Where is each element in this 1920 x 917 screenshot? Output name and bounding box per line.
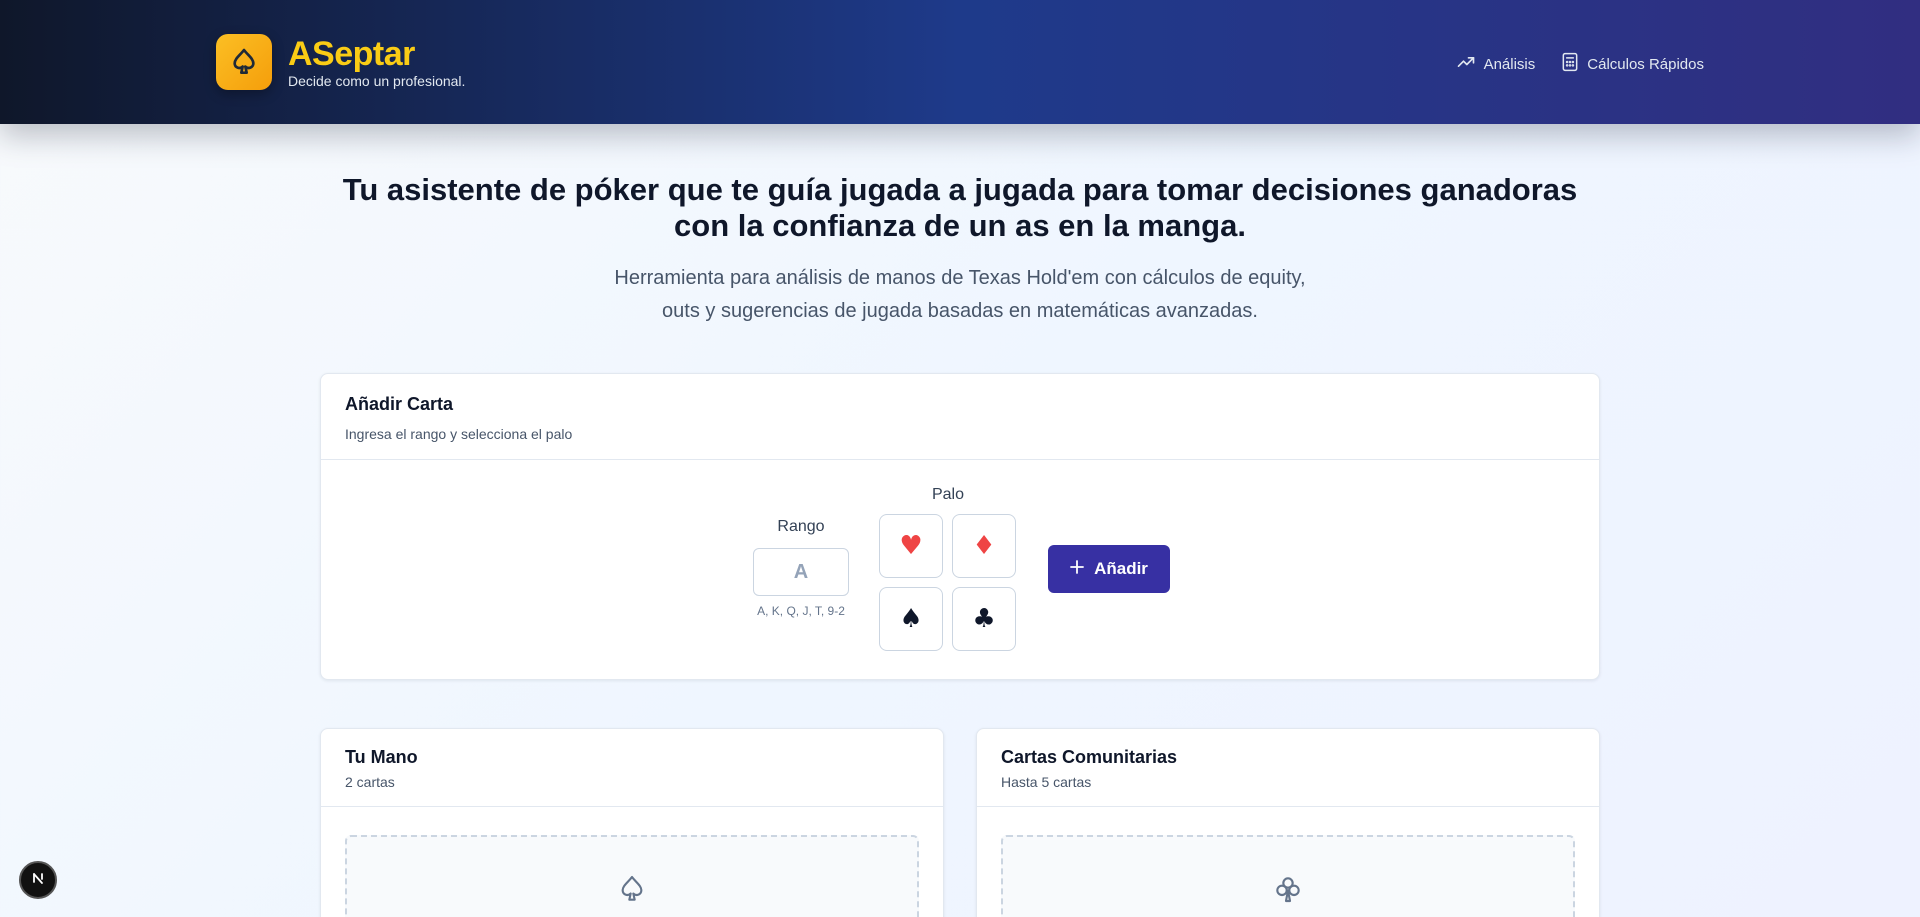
hand-title: Tu Mano [345, 747, 418, 767]
brand-subtitle: Decide como un profesional. [288, 72, 466, 89]
next-dev-badge[interactable] [19, 861, 57, 899]
nav-item-label: Cálculos Rápidos [1587, 55, 1704, 73]
community-title: Cartas Comunitarias [1001, 747, 1178, 767]
brand[interactable]: ASeptar Decide como un profesional. [216, 34, 465, 90]
trending-up-icon [1456, 52, 1476, 76]
suit-grid: ♥ ♦ ♠ ♣ [879, 514, 1017, 651]
community-dropzone[interactable] [1001, 835, 1575, 917]
rank-group: Rango A, K, Q, J, T, 9-2 [751, 518, 851, 618]
hand-dropzone[interactable] [345, 835, 919, 917]
plus-icon [1070, 559, 1084, 579]
suit-group: Palo ♥ ♦ ♠ ♣ [879, 486, 1017, 651]
hand-count: 2 cartas [345, 774, 395, 790]
suit-hearts-button[interactable]: ♥ [879, 514, 943, 578]
brand-title: ASeptar [288, 34, 415, 73]
suit-label: Palo [931, 486, 965, 503]
next-logo-icon [29, 869, 47, 892]
add-card-button[interactable]: Añadir [1048, 545, 1170, 593]
hero-subtitle: Herramienta para análisis de manos de Te… [580, 262, 1340, 328]
add-card-description: Ingresa el rango y selecciona el palo [345, 426, 573, 442]
hero: Tu asistente de póker que te guía jugada… [0, 124, 1920, 328]
community-count: Hasta 5 cartas [1001, 774, 1092, 790]
rank-hint: A, K, Q, J, T, 9-2 [757, 604, 845, 618]
add-button-label: Añadir [1094, 559, 1148, 578]
hand-panel: Tu Mano 2 cartas [320, 728, 944, 917]
hero-subtitle-line2: outs y sugerencias de jugada basadas en … [662, 300, 1258, 322]
app-header: ASeptar Decide como un profesional. Anál… [0, 0, 1920, 124]
add-card-title: Añadir Carta [345, 394, 454, 414]
hero-title: Tu asistente de póker que te guía jugada… [342, 172, 1578, 243]
suit-clubs-button[interactable]: ♣ [952, 587, 1016, 651]
rank-label: Rango [777, 518, 825, 535]
spade-outline-icon [216, 34, 272, 90]
calculator-icon [1561, 52, 1579, 76]
add-card-panel: Añadir Carta Ingresa el rango y seleccio… [320, 373, 1600, 680]
nav-item-label: Análisis [1483, 55, 1536, 73]
suit-spades-button[interactable]: ♠ [879, 587, 943, 651]
nav-item-calculos-rapidos[interactable]: Cálculos Rápidos [1561, 52, 1704, 76]
community-header: Cartas Comunitarias Hasta 5 cartas [977, 729, 1599, 807]
spade-outline-icon [616, 873, 648, 917]
nav-item-analisis[interactable]: Análisis [1456, 52, 1536, 76]
add-card-header: Añadir Carta Ingresa el rango y seleccio… [321, 374, 1599, 460]
rank-input[interactable] [753, 548, 849, 596]
hand-header: Tu Mano 2 cartas [321, 729, 943, 807]
club-outline-icon [1272, 873, 1304, 917]
community-panel: Cartas Comunitarias Hasta 5 cartas [976, 728, 1600, 917]
suit-diamonds-button[interactable]: ♦ [952, 514, 1016, 578]
hero-subtitle-line1: Herramienta para análisis de manos de Te… [614, 267, 1306, 289]
main-nav: Análisis Cálculos Rápidos [1456, 52, 1704, 76]
